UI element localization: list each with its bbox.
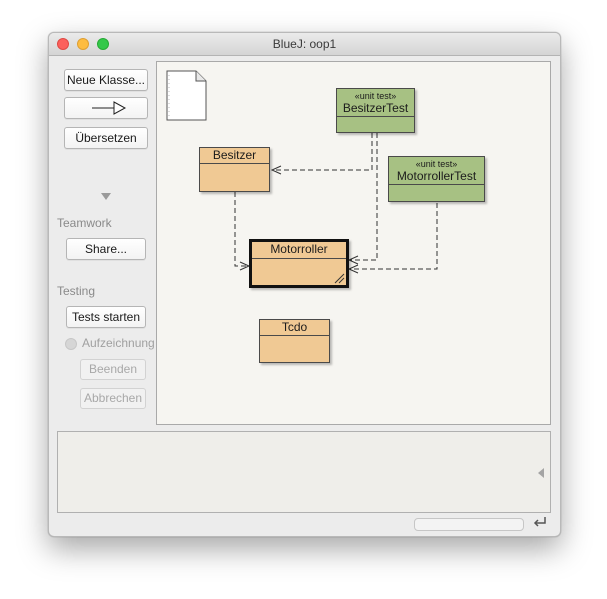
dependency-motorrollertest-motorroller: [349, 203, 438, 270]
dependency-besitzertest-besitzer: [272, 133, 373, 171]
triangle-left-icon[interactable]: [538, 468, 544, 478]
class-name: Tcdo: [281, 320, 308, 334]
status-progress-field: [414, 518, 524, 531]
return-icon[interactable]: [532, 515, 548, 529]
code-pad-panel[interactable]: [57, 431, 551, 513]
end-recording-button[interactable]: Beenden: [80, 359, 146, 380]
class-name: MotorrollerTest: [396, 169, 477, 183]
class-header: «unit test» MotorrollerTest: [389, 157, 484, 185]
class-diagram-canvas[interactable]: «unit test» BesitzerTest Besitzer «unit …: [156, 61, 551, 425]
class-besitzer[interactable]: Besitzer: [199, 147, 270, 192]
stereotype-label: «unit test»: [354, 91, 397, 101]
class-header: Tcdo: [260, 320, 329, 336]
recording-label: Aufzeichnung: [82, 336, 155, 350]
class-motorroller[interactable]: Motorroller: [249, 239, 349, 288]
resize-handle-icon[interactable]: [333, 272, 345, 284]
stereotype-label: «unit test»: [415, 159, 458, 169]
class-header: «unit test» BesitzerTest: [337, 89, 414, 117]
window-title: BlueJ: oop1: [272, 37, 337, 51]
new-class-button[interactable]: Neue Klasse...: [64, 69, 148, 91]
class-name: Besitzer: [212, 148, 257, 162]
dependency-besitzertest-motorroller: [349, 133, 378, 261]
class-header: Motorroller: [252, 242, 346, 259]
class-header: Besitzer: [200, 148, 269, 164]
run-tests-button[interactable]: Tests starten: [66, 306, 146, 328]
class-tcdo[interactable]: Tcdo: [259, 319, 330, 363]
class-besitzertest[interactable]: «unit test» BesitzerTest: [336, 88, 415, 133]
inheritance-arrow-button[interactable]: [64, 97, 148, 119]
recording-indicator: [65, 338, 77, 350]
class-motorrollertest[interactable]: «unit test» MotorrollerTest: [388, 156, 485, 202]
dependency-besitzer-motorroller: [234, 192, 248, 267]
class-name: BesitzerTest: [342, 101, 409, 115]
testing-label: Testing: [57, 284, 96, 298]
share-button[interactable]: Share...: [66, 238, 146, 260]
titlebar: BlueJ: oop1: [49, 33, 560, 56]
bluej-window: BlueJ: oop1 Neue Klasse... Übersetzen Te…: [48, 32, 561, 537]
triangle-down-icon[interactable]: [101, 193, 111, 200]
compile-button[interactable]: Übersetzen: [64, 127, 148, 149]
cancel-recording-button[interactable]: Abbrechen: [80, 388, 146, 409]
arrow-right-icon: [92, 101, 127, 115]
class-name: Motorroller: [270, 242, 328, 256]
teamwork-label: Teamwork: [57, 216, 112, 230]
